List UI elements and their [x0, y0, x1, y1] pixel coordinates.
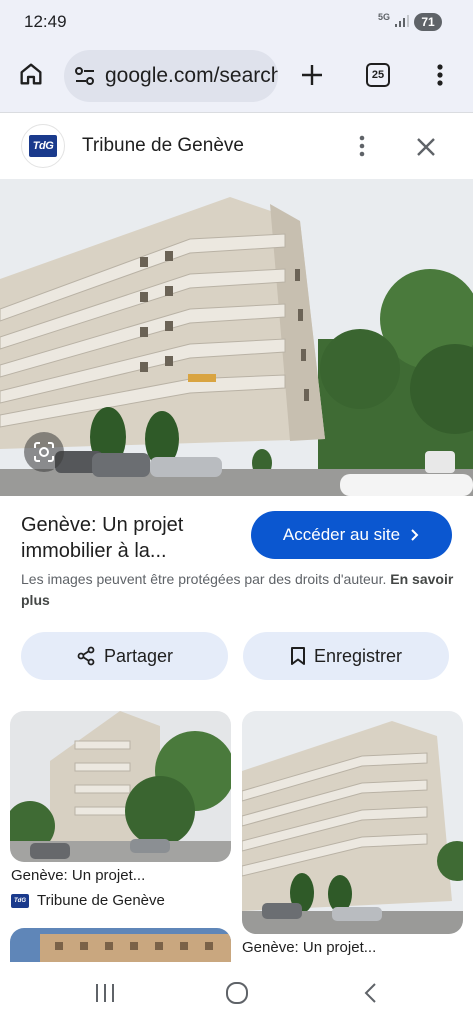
browser-screen: 12:49 5G 71 google.com/search 25 TdG Tri… — [0, 0, 473, 1024]
source-logo[interactable]: TdG — [21, 124, 65, 168]
related-image-1[interactable] — [10, 711, 231, 862]
share-icon — [77, 646, 95, 666]
related-caption-2[interactable]: Genève: Un projet... — [242, 939, 376, 956]
related-photo-2 — [242, 711, 463, 934]
home-button[interactable] — [15, 58, 47, 90]
building-photo — [0, 179, 473, 496]
result-title[interactable]: Genève: Un projet immobilier à la... — [21, 512, 241, 564]
status-time: 12:49 — [24, 12, 67, 31]
main-image[interactable] — [0, 179, 473, 496]
visit-site-label: Accéder au site — [282, 525, 401, 544]
more-options-button[interactable] — [350, 131, 374, 161]
recents-icon — [96, 984, 114, 1002]
lens-icon — [34, 442, 54, 462]
bookmark-icon — [290, 647, 305, 665]
copyright-text: Les images peuvent être protégées par de… — [21, 571, 387, 587]
more-vert-icon — [359, 135, 365, 157]
result-title-line1: Genève: Un projet — [21, 514, 184, 536]
copyright-notice: Les images peuvent être protégées par de… — [21, 569, 461, 611]
close-button[interactable] — [411, 132, 441, 162]
battery-icon: 71 — [414, 13, 442, 31]
back-icon — [364, 983, 376, 1003]
lens-button[interactable] — [24, 432, 64, 472]
network-type: 5G — [378, 12, 391, 22]
related-photo-1 — [10, 711, 231, 862]
share-button[interactable]: Partager — [21, 632, 228, 680]
close-icon — [417, 138, 435, 156]
browser-menu-button[interactable] — [425, 59, 455, 91]
result-title-line2: immobilier à la... — [21, 540, 167, 562]
system-nav-bar — [0, 962, 473, 1024]
related-source-1[interactable]: TdG Tribune de Genève — [11, 892, 165, 909]
chevron-right-icon — [411, 529, 419, 541]
save-label: Enregistrer — [313, 645, 403, 666]
source-name[interactable]: Tribune de Genève — [82, 135, 244, 157]
home-circle-icon — [226, 982, 248, 1004]
back-button[interactable] — [350, 978, 390, 1008]
share-label: Partager — [103, 645, 174, 666]
save-button[interactable]: Enregistrer — [243, 632, 449, 680]
source-logo-text: TdG — [28, 135, 58, 157]
recents-button[interactable] — [85, 978, 125, 1008]
plus-icon — [302, 65, 322, 85]
home-icon — [20, 63, 42, 85]
url-bar[interactable]: google.com/search — [64, 50, 278, 102]
related-source-name: Tribune de Genève — [37, 892, 165, 909]
related-image-2[interactable] — [242, 711, 463, 934]
signal-icon — [395, 15, 409, 27]
related-caption-1[interactable]: Genève: Un projet... — [11, 867, 145, 884]
source-mini-logo: TdG — [11, 893, 29, 908]
url-text: google.com/search — [105, 64, 278, 87]
tab-switcher-button[interactable]: 25 — [366, 63, 390, 87]
visit-site-button[interactable]: Accéder au site — [251, 511, 452, 559]
more-vert-icon — [437, 64, 443, 86]
browser-toolbar: google.com/search 25 — [0, 44, 473, 112]
tune-icon[interactable] — [74, 66, 96, 86]
home-nav-button[interactable] — [217, 978, 257, 1008]
status-bar: 12:49 5G 71 — [0, 0, 473, 44]
source-header: TdG Tribune de Genève — [0, 113, 473, 179]
new-tab-button[interactable] — [296, 59, 328, 91]
